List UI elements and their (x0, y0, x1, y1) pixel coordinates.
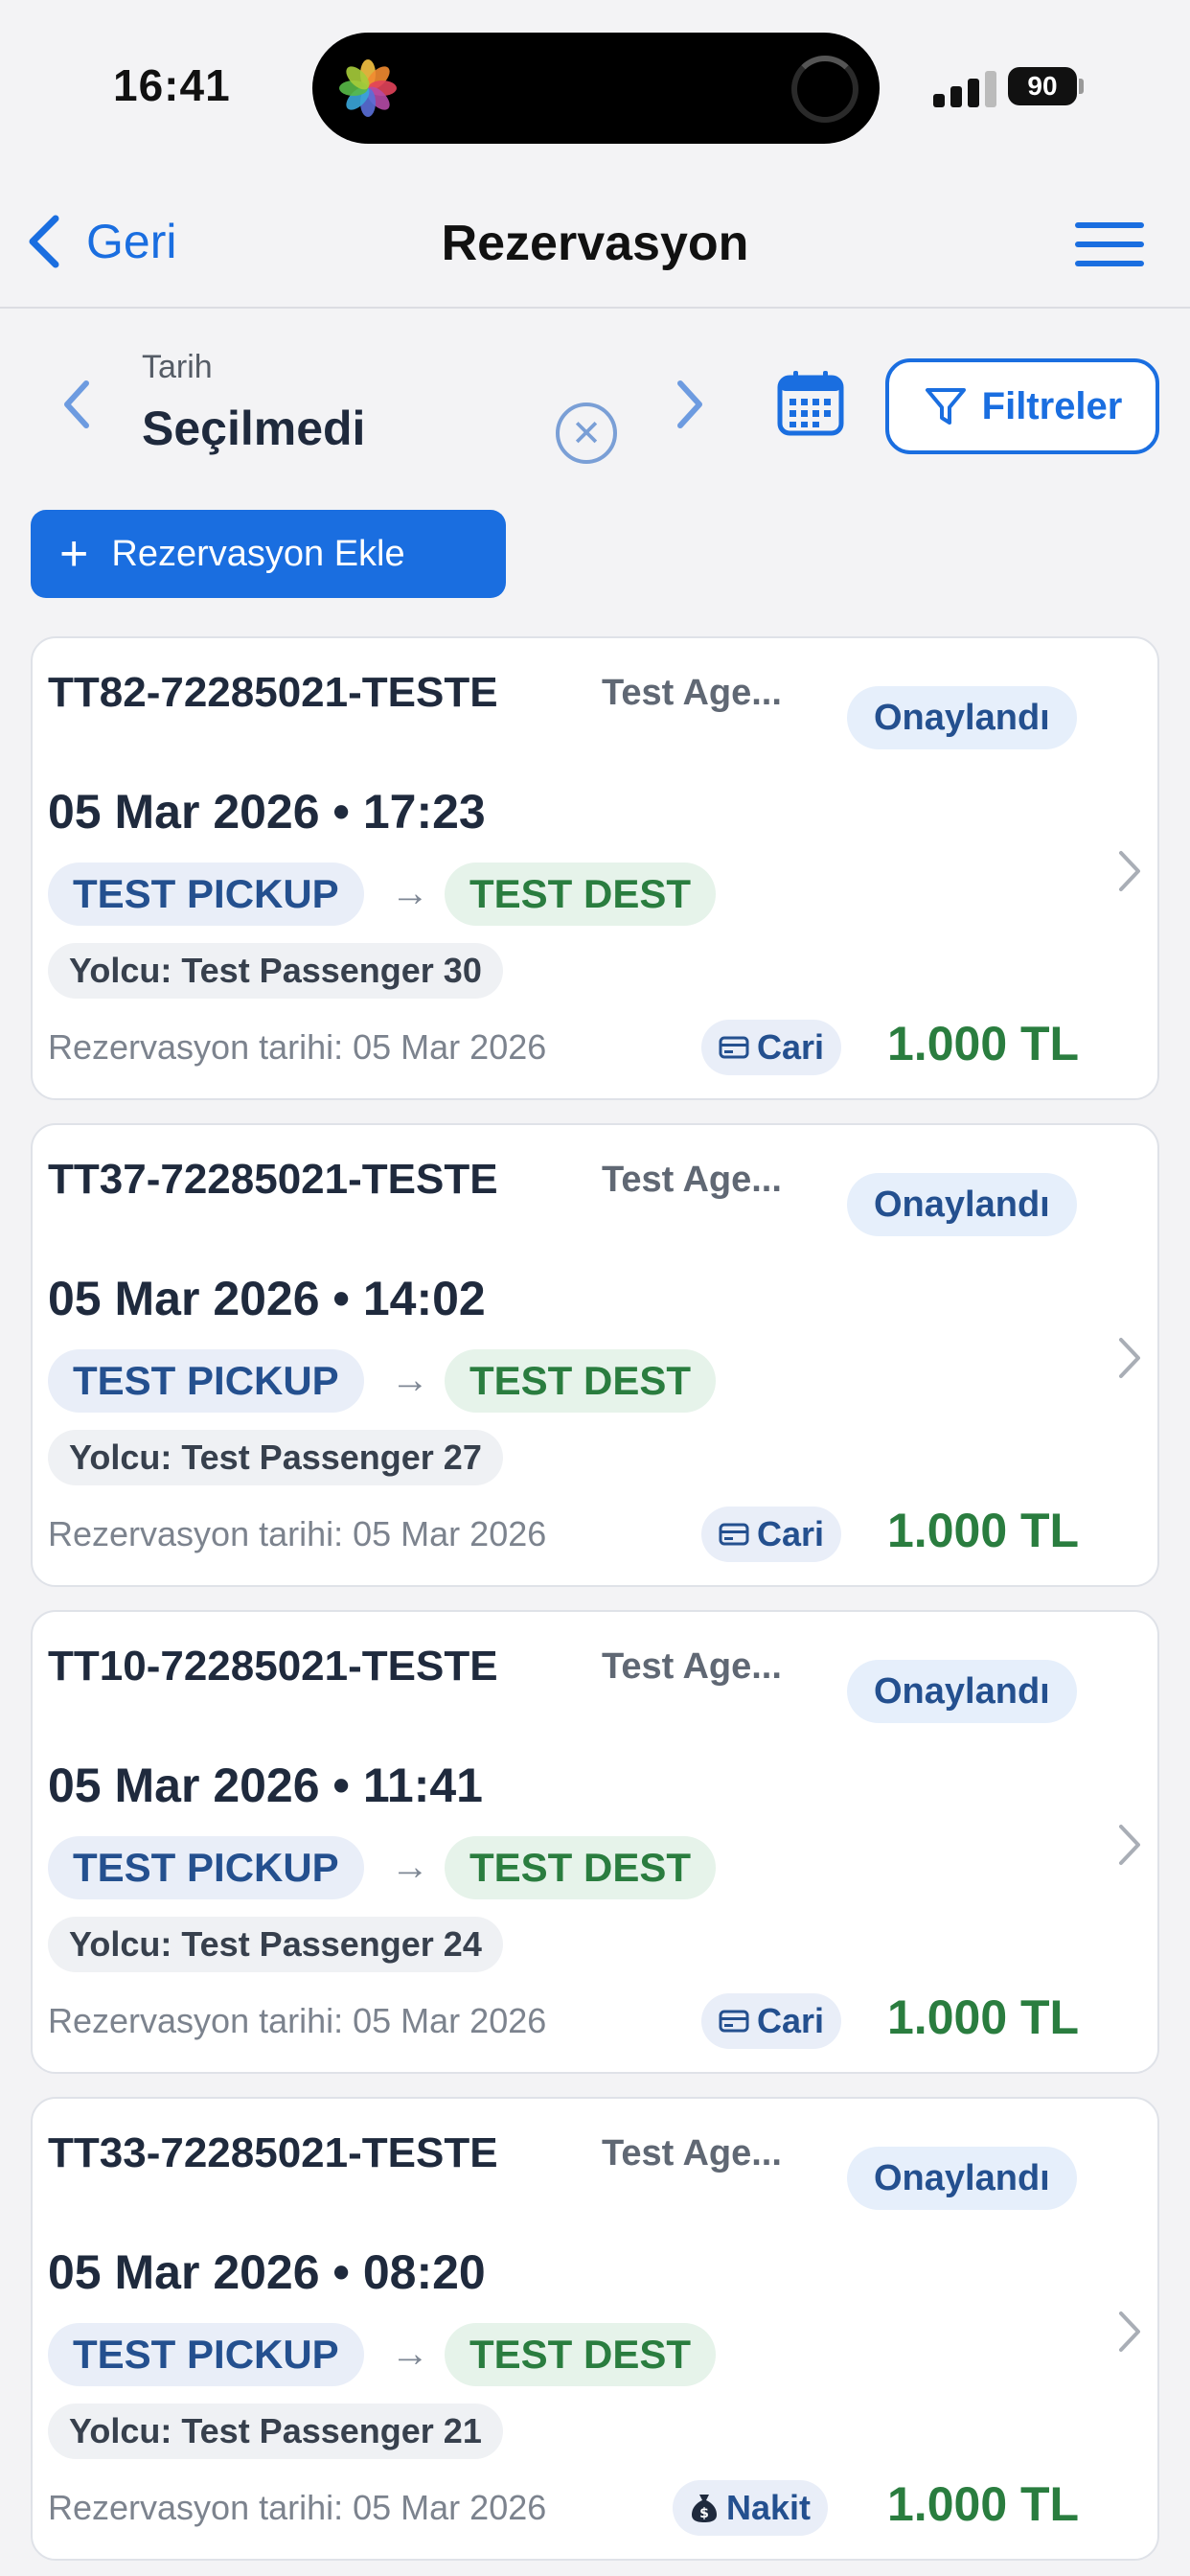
chevron-right-icon (1119, 2312, 1140, 2352)
navigation-bar: Geri Rezervasyon (0, 172, 1190, 309)
pickup-chip: TEST PICKUP (48, 1349, 364, 1413)
date-next-button[interactable] (673, 376, 707, 433)
money-bag-icon: $ (692, 2495, 717, 2522)
menu-icon[interactable] (1075, 222, 1144, 268)
destination-chip: TEST DEST (445, 1836, 717, 1899)
destination-chip: TEST DEST (445, 1349, 717, 1413)
passenger-chip: Yolcu: Test Passenger 21 (48, 2404, 503, 2459)
activity-ring-icon (791, 56, 858, 123)
price: 1.000 TL (887, 2477, 1080, 2531)
reservation-code: TT10-72285021-TESTE (48, 1643, 498, 1690)
pickup-chip: TEST PICKUP (48, 2323, 364, 2386)
card-icon (719, 2010, 749, 2033)
price: 1.000 TL (887, 1504, 1080, 1557)
reservation-code: TT37-72285021-TESTE (48, 1156, 498, 1203)
agency-name: Test Age... (602, 673, 782, 713)
reservation-date: Rezervasyon tarihi: 05 Mar 2026 (48, 1514, 547, 1553)
agency-name: Test Age... (602, 1646, 782, 1687)
svg-text:$: $ (699, 2506, 709, 2521)
clear-icon[interactable]: ✕ (556, 402, 617, 464)
price: 1.000 TL (887, 1017, 1080, 1070)
filters-label: Filtreler (981, 384, 1123, 427)
reservation-card[interactable]: TT82-72285021-TESTE Test Age... Onayland… (31, 636, 1159, 1100)
status-time: 16:41 (113, 60, 231, 110)
photos-icon (339, 59, 397, 117)
status-badge: Onaylandı (847, 2147, 1077, 2210)
destination-chip: TEST DEST (445, 862, 717, 926)
page-title: Rezervasyon (441, 216, 749, 271)
agency-name: Test Age... (602, 2133, 782, 2174)
reservation-date: Rezervasyon tarihi: 05 Mar 2026 (48, 2488, 547, 2527)
card-icon (719, 1036, 749, 1059)
reservation-datetime: 05 Mar 2026 • 14:02 (48, 1272, 486, 1325)
reservation-datetime: 05 Mar 2026 • 11:41 (48, 1759, 483, 1812)
destination-chip: TEST DEST (445, 2323, 717, 2386)
add-reservation-button[interactable]: + Rezervasyon Ekle (31, 510, 506, 598)
calendar-icon[interactable] (774, 368, 847, 441)
filter-icon (925, 388, 966, 425)
payment-label: Cari (757, 2001, 825, 2040)
arrow-right-icon: → (391, 872, 429, 914)
status-badge: Onaylandı (847, 686, 1077, 749)
dynamic-island (312, 33, 880, 144)
filters-button[interactable]: Filtreler (885, 358, 1159, 454)
chevron-right-icon (1119, 1825, 1140, 1865)
arrow-right-icon: → (391, 2333, 429, 2375)
plus-icon: + (59, 526, 89, 582)
payment-label: Cari (757, 1027, 825, 1067)
pickup-chip: TEST PICKUP (48, 1836, 364, 1899)
reservation-card[interactable]: TT37-72285021-TESTE Test Age... Onayland… (31, 1123, 1159, 1587)
battery-nub (1079, 79, 1084, 94)
date-label: Tarih (142, 349, 213, 385)
battery-indicator: 90 (1008, 67, 1077, 105)
pickup-chip: TEST PICKUP (48, 862, 364, 926)
reservation-card[interactable]: TT33-72285021-TESTE Test Age... Onayland… (31, 2097, 1159, 2561)
payment-label: Nakit (726, 2488, 812, 2527)
reservation-code: TT82-72285021-TESTE (48, 669, 498, 716)
status-badge: Onaylandı (847, 1173, 1077, 1236)
status-badge: Onaylandı (847, 1660, 1077, 1723)
payment-badge: $ Nakit (673, 2480, 829, 2536)
chevron-right-icon (1119, 851, 1140, 891)
reservation-datetime: 05 Mar 2026 • 08:20 (48, 2245, 486, 2299)
passenger-chip: Yolcu: Test Passenger 27 (48, 1430, 503, 1485)
reservation-code: TT33-72285021-TESTE (48, 2129, 498, 2176)
arrow-right-icon: → (391, 1846, 429, 1888)
date-value[interactable]: Seçilmedi (142, 401, 365, 456)
reservation-datetime: 05 Mar 2026 • 17:23 (48, 785, 486, 839)
signal-icon (933, 71, 1000, 107)
card-icon (719, 1523, 749, 1546)
reservation-card[interactable]: TT10-72285021-TESTE Test Age... Onayland… (31, 1610, 1159, 2074)
payment-label: Cari (757, 1514, 825, 1553)
payment-badge: Cari (701, 1020, 842, 1075)
passenger-chip: Yolcu: Test Passenger 24 (48, 1917, 503, 1972)
passenger-chip: Yolcu: Test Passenger 30 (48, 943, 503, 999)
add-reservation-label: Rezervasyon Ekle (111, 533, 405, 574)
chevron-right-icon (1119, 1338, 1140, 1378)
status-bar: 16:41 90 (0, 0, 1190, 172)
reservation-date: Rezervasyon tarihi: 05 Mar 2026 (48, 2001, 547, 2040)
reservation-date: Rezervasyon tarihi: 05 Mar 2026 (48, 1027, 547, 1067)
agency-name: Test Age... (602, 1160, 782, 1200)
payment-badge: Cari (701, 1506, 842, 1562)
price: 1.000 TL (887, 1990, 1080, 2044)
date-prev-button[interactable] (59, 376, 94, 433)
arrow-right-icon: → (391, 1359, 429, 1401)
payment-badge: Cari (701, 1993, 842, 2049)
